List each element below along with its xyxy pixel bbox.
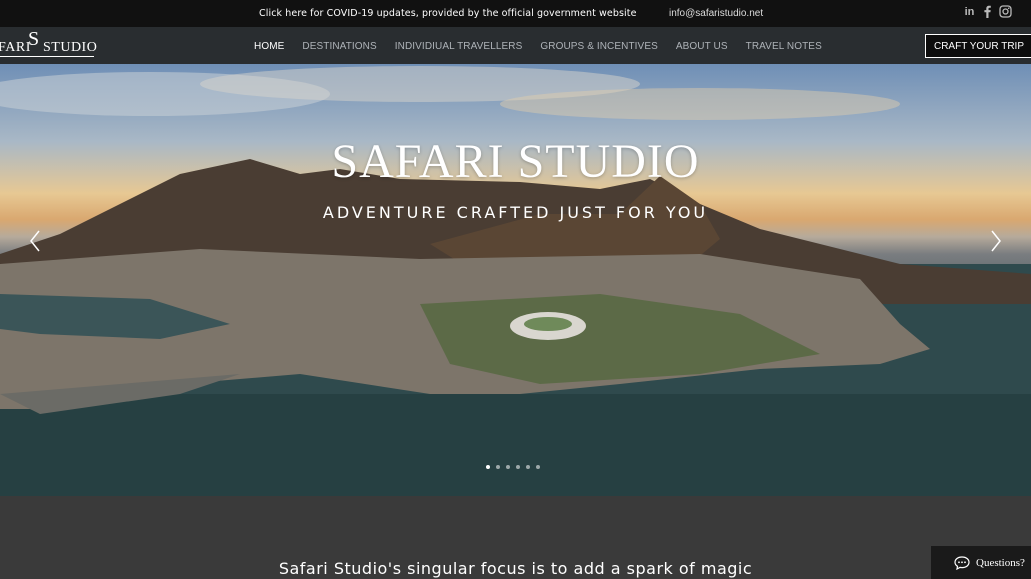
hero-subtitle: ADVENTURE CRAFTED JUST FOR YOU — [322, 203, 709, 222]
instagram-icon[interactable] — [999, 5, 1012, 18]
logo-word-2: STUDIO — [43, 40, 98, 55]
hero-slideshow: SAFARI STUDIO ADVENTURE CRAFTED JUST FOR… — [0, 64, 1031, 496]
facebook-icon[interactable] — [981, 5, 994, 18]
logo-underline — [0, 56, 94, 57]
nav-menu: HOME DESTINATIONS INDIVIDIUAL TRAVELLERS… — [254, 41, 840, 52]
nav-item-groups-incentives[interactable]: GROUPS & INCENTIVES — [540, 41, 657, 52]
main-nav: S FARI STUDIO HOME DESTINATIONS INDIVIDI… — [0, 27, 1031, 64]
craft-your-trip-button[interactable]: CRAFT YOUR TRIP — [925, 34, 1031, 58]
chat-widget-button[interactable]: Questions? — [931, 546, 1031, 579]
previous-slide-arrow-icon[interactable] — [28, 229, 42, 253]
slide-dot-1[interactable] — [486, 465, 490, 469]
slide-dot-3[interactable] — [506, 465, 510, 469]
chat-bubble-icon — [954, 555, 970, 570]
announcement-bar: Click here for COVID-19 updates, provide… — [0, 0, 1031, 27]
linkedin-icon[interactable]: in — [963, 5, 976, 18]
safari-studio-logo[interactable]: S FARI STUDIO — [0, 28, 98, 60]
slide-dot-4[interactable] — [516, 465, 520, 469]
covid-updates-link[interactable]: Click here for COVID-19 updates, provide… — [259, 8, 637, 19]
slide-dot-6[interactable] — [536, 465, 540, 469]
logo-word-1: FARI — [0, 40, 31, 55]
nav-item-destinations[interactable]: DESTINATIONS — [302, 41, 376, 52]
nav-item-travel-notes[interactable]: TRAVEL NOTES — [746, 41, 822, 52]
nav-item-individual-travellers[interactable]: INDIVIDIUAL TRAVELLERS — [395, 41, 523, 52]
slide-indicators — [486, 465, 540, 469]
nav-item-about-us[interactable]: ABOUT US — [676, 41, 728, 52]
hero-title: SAFARI STUDIO — [331, 135, 700, 188]
email-link[interactable]: info@safaristudio.net — [669, 8, 763, 19]
nav-item-home[interactable]: HOME — [254, 41, 284, 52]
slide-dot-5[interactable] — [526, 465, 530, 469]
chat-label: Questions? — [976, 556, 1025, 569]
intro-text: Safari Studio's singular focus is to add… — [278, 559, 753, 578]
slide-dot-2[interactable] — [496, 465, 500, 469]
hero-background-image — [0, 66, 1031, 496]
social-links: in — [963, 5, 1012, 18]
next-slide-arrow-icon[interactable] — [989, 229, 1003, 253]
